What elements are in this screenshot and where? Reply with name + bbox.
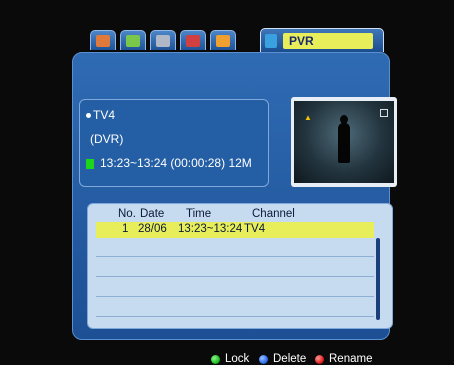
green-button-icon bbox=[211, 354, 220, 364]
cell-date: 28/06 bbox=[138, 223, 167, 235]
games-icon bbox=[156, 34, 170, 47]
tools-icon bbox=[126, 34, 140, 47]
red-button-icon bbox=[315, 354, 324, 364]
header-channel: Channel bbox=[252, 208, 295, 220]
tab-games[interactable] bbox=[150, 30, 176, 50]
table-row[interactable] bbox=[96, 300, 374, 317]
pvr-screen: PVR TV4 (DVR) 13:23~13:24 (00:00:28) 12M… bbox=[64, 24, 398, 365]
tab-settings[interactable] bbox=[210, 30, 236, 50]
recording-info-box: TV4 (DVR) 13:23~13:24 (00:00:28) 12M bbox=[79, 99, 269, 187]
header-no: No. bbox=[118, 208, 136, 220]
figure-body bbox=[338, 123, 350, 163]
blue-button-icon bbox=[259, 354, 268, 364]
recording-list: No. Date Time Channel 1 28/06 13:23~13:2… bbox=[87, 203, 393, 329]
tab-pvr-label: PVR bbox=[283, 32, 373, 49]
cell-time: 13:23~13:24 bbox=[178, 223, 243, 235]
footer-lock[interactable]: Lock bbox=[211, 353, 249, 365]
lock-label: Lock bbox=[225, 353, 250, 365]
header-time: Time bbox=[186, 208, 212, 220]
table-row[interactable]: 1 28/06 13:23~13:24 TV4 bbox=[96, 222, 374, 238]
cell-channel: TV4 bbox=[244, 223, 266, 235]
delete-label: Delete bbox=[273, 353, 307, 365]
video-frame: ▲ bbox=[294, 101, 394, 183]
pvr-panel: TV4 (DVR) 13:23~13:24 (00:00:28) 12M ▲ N… bbox=[72, 52, 397, 365]
installation-icon bbox=[96, 34, 110, 47]
footer-delete[interactable]: Delete bbox=[259, 353, 306, 365]
tab-system[interactable] bbox=[180, 30, 206, 50]
header-date: Date bbox=[140, 208, 165, 220]
video-preview: ▲ bbox=[291, 97, 397, 187]
pvr-icon bbox=[265, 33, 277, 48]
cell-no: 1 bbox=[122, 223, 129, 235]
recording-type: (DVR) bbox=[90, 132, 124, 146]
rename-label: Rename bbox=[329, 353, 373, 365]
recording-time-line: 13:23~13:24 (00:00:28) 12M bbox=[86, 156, 252, 170]
channel-name: TV4 bbox=[93, 108, 116, 122]
settings-icon bbox=[216, 34, 230, 47]
channel-line: TV4 bbox=[86, 108, 115, 122]
table-row[interactable] bbox=[96, 260, 374, 277]
list-scrollbar[interactable] bbox=[376, 238, 380, 320]
bullet-icon bbox=[86, 113, 91, 119]
tab-pvr[interactable]: PVR bbox=[260, 28, 384, 52]
recording-time: 13:23~13:24 (00:00:28) 12M bbox=[100, 156, 252, 170]
table-row[interactable] bbox=[96, 240, 374, 257]
tab-installation[interactable] bbox=[90, 30, 116, 50]
tab-tools[interactable] bbox=[120, 30, 146, 50]
footer-rename[interactable]: Rename bbox=[315, 353, 372, 365]
warning-icon: ▲ bbox=[304, 113, 312, 122]
corner-icon bbox=[380, 109, 388, 117]
system-icon bbox=[186, 34, 200, 47]
recording-status-icon bbox=[86, 158, 94, 169]
table-row[interactable] bbox=[96, 280, 374, 297]
